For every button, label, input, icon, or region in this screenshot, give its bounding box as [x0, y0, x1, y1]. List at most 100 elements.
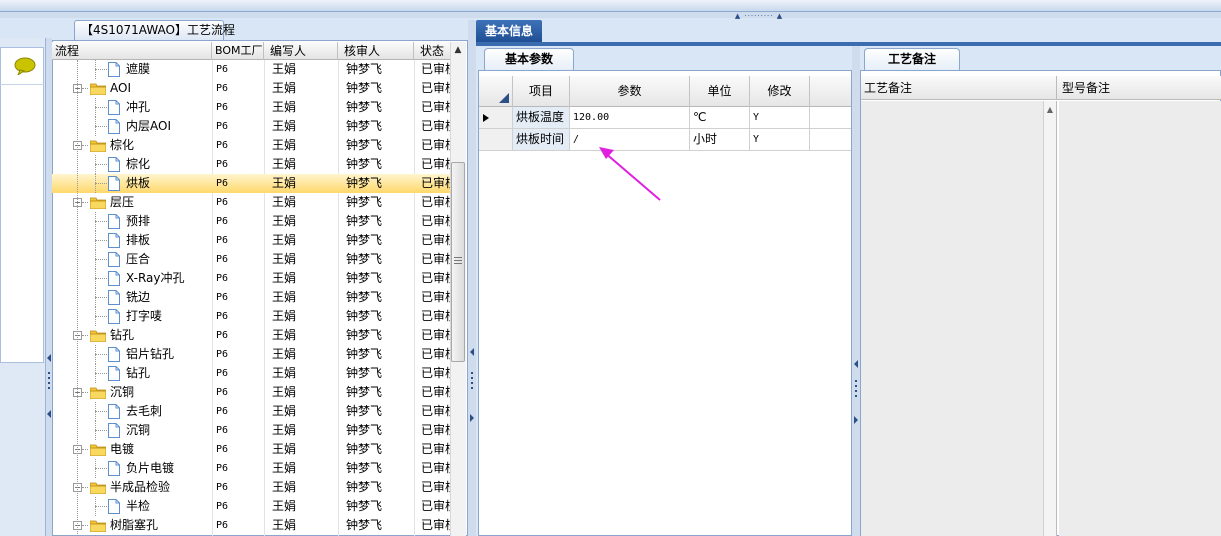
- status-cell: 已审核: [421, 62, 452, 76]
- reviewer-cell: 钟梦飞: [346, 290, 383, 304]
- process-flow-tab[interactable]: 【4S1071AWAO】工艺流程: [74, 20, 235, 40]
- params-select-all-corner[interactable]: [479, 76, 513, 107]
- process-note-header: 工艺备注: [861, 76, 1057, 100]
- status-cell: 已审核: [421, 499, 452, 513]
- tree-label: 钻孔: [110, 328, 135, 342]
- right-splitter[interactable]: [852, 46, 860, 536]
- status-cell: 已审核: [421, 252, 452, 266]
- bom-factory-cell: P6: [216, 406, 229, 417]
- tree-item-row[interactable]: 沉铜 P6 王娟 钟梦飞 已审核: [52, 421, 452, 440]
- tree-item-row[interactable]: 冲孔 P6 王娟 钟梦飞 已审核: [52, 98, 452, 117]
- column-header-flow[interactable]: 流程: [52, 42, 212, 60]
- column-header-item[interactable]: 项目: [513, 76, 570, 107]
- tree-item-row[interactable]: X-Ray冲孔 P6 王娟 钟梦飞 已审核: [52, 269, 452, 288]
- process-notes-tab[interactable]: 工艺备注: [864, 48, 960, 70]
- writer-cell: 王娟: [272, 252, 297, 266]
- tree-item-row[interactable]: 去毛刺 P6 王娟 钟梦飞 已审核: [52, 402, 452, 421]
- param-modify[interactable]: Y: [750, 129, 810, 150]
- bom-factory-cell: P6: [216, 83, 229, 94]
- status-cell: 已审核: [421, 195, 452, 209]
- status-cell: 已审核: [421, 423, 452, 437]
- tree-group-row[interactable]: − 层压 P6 王娟 钟梦飞 已审核: [52, 193, 452, 212]
- reviewer-cell: 钟梦飞: [346, 347, 383, 361]
- writer-cell: 王娟: [272, 157, 297, 171]
- tree-group-row[interactable]: − 树脂塞孔 P6 王娟 钟梦飞 已审核: [52, 516, 452, 535]
- tree-item-row[interactable]: 棕化 P6 王娟 钟梦飞 已审核: [52, 155, 452, 174]
- reviewer-cell: 钟梦飞: [346, 442, 383, 456]
- top-toolbar: [0, 0, 1221, 12]
- tree-group-row[interactable]: − 电镀 P6 王娟 钟梦飞 已审核: [52, 440, 452, 459]
- status-cell: 已审核: [421, 157, 452, 171]
- column-header-reviewer[interactable]: 核审人: [338, 42, 414, 60]
- scroll-up-arrow-icon[interactable]: ▲: [450, 42, 466, 58]
- tree-item-row[interactable]: 铝片钻孔 P6 王娟 钟梦飞 已审核: [52, 345, 452, 364]
- status-cell: 已审核: [421, 309, 452, 323]
- writer-cell: 王娟: [272, 366, 297, 380]
- tree-item-row[interactable]: 排板 P6 王娟 钟梦飞 已审核: [52, 231, 452, 250]
- bom-factory-cell: P6: [216, 425, 229, 436]
- writer-cell: 王娟: [272, 195, 297, 209]
- reviewer-cell: 钟梦飞: [346, 100, 383, 114]
- status-cell: 已审核: [421, 138, 452, 152]
- tree-item-row[interactable]: 铣边 P6 王娟 钟梦飞 已审核: [52, 288, 452, 307]
- tree-item-row[interactable]: 压合 P6 王娟 钟梦飞 已审核: [52, 250, 452, 269]
- tree-label: 内层AOI: [126, 119, 171, 133]
- tree-group-row[interactable]: − AOI P6 王娟 钟梦飞 已审核: [52, 79, 452, 98]
- tree-item-row[interactable]: 烘板 P6 王娟 钟梦飞 已审核: [52, 174, 452, 193]
- process-note-textarea[interactable]: [861, 101, 1043, 536]
- tree-item-row[interactable]: 半检 P6 王娟 钟梦飞 已审核: [52, 497, 452, 516]
- chat-bubble-icon[interactable]: [14, 57, 36, 75]
- reviewer-cell: 钟梦飞: [346, 271, 383, 285]
- writer-cell: 王娟: [272, 119, 297, 133]
- basic-info-tab[interactable]: 基本信息: [476, 20, 542, 42]
- row-selector[interactable]: [479, 129, 513, 150]
- tree-label: 排板: [126, 233, 151, 247]
- reviewer-cell: 钟梦飞: [346, 499, 383, 513]
- tree-item-row[interactable]: 负片电镀 P6 王娟 钟梦飞 已审核: [52, 459, 452, 478]
- bom-factory-cell: P6: [216, 330, 229, 341]
- bom-factory-cell: P6: [216, 254, 229, 265]
- process-note-scrollbar[interactable]: ▲: [1043, 101, 1057, 536]
- tree-group-row[interactable]: − 沉铜 P6 王娟 钟梦飞 已审核: [52, 383, 452, 402]
- status-cell: 已审核: [421, 328, 452, 342]
- param-item: 烘板温度: [513, 107, 570, 128]
- tree-group-row[interactable]: − 半成品检验 P6 王娟 钟梦飞 已审核: [52, 478, 452, 497]
- column-header-modify[interactable]: 修改: [750, 76, 810, 107]
- row-selector[interactable]: [479, 107, 513, 128]
- tree-item-row[interactable]: 钻孔 P6 王娟 钟梦飞 已审核: [52, 364, 452, 383]
- status-cell: 已审核: [421, 81, 452, 95]
- param-modify[interactable]: Y: [750, 107, 810, 128]
- param-value[interactable]: 120.00: [570, 107, 690, 128]
- column-header-value[interactable]: 参数: [570, 76, 690, 107]
- param-row[interactable]: 烘板温度 120.00 ℃ Y: [479, 107, 851, 129]
- top-splitter-grip[interactable]: ▲ ········· ▲: [728, 12, 790, 20]
- basic-params-tab[interactable]: 基本参数: [484, 48, 574, 70]
- right-splitter-arrows-icon[interactable]: [853, 358, 859, 428]
- tree-label: 半检: [126, 499, 151, 513]
- column-header-writer[interactable]: 编写人: [264, 42, 338, 60]
- reviewer-cell: 钟梦飞: [346, 157, 383, 171]
- status-cell: 已审核: [421, 233, 452, 247]
- tree-group-row[interactable]: − 棕化 P6 王娟 钟梦飞 已审核: [52, 136, 452, 155]
- left-sidebar-content: [0, 47, 44, 363]
- status-cell: 已审核: [421, 290, 452, 304]
- tree-group-row[interactable]: − 钻孔 P6 王娟 钟梦飞 已审核: [52, 326, 452, 345]
- writer-cell: 王娟: [272, 271, 297, 285]
- model-note-header: 型号备注: [1057, 76, 1221, 100]
- bom-factory-cell: P6: [216, 102, 229, 113]
- reviewer-cell: 钟梦飞: [346, 81, 383, 95]
- model-note-textarea[interactable]: [1059, 101, 1221, 536]
- tree-label: 电镀: [110, 442, 135, 456]
- middle-splitter[interactable]: [468, 20, 476, 536]
- middle-splitter-arrows-icon[interactable]: [469, 346, 475, 426]
- reviewer-cell: 钟梦飞: [346, 385, 383, 399]
- tree-item-row[interactable]: 内层AOI P6 王娟 钟梦飞 已审核: [52, 117, 452, 136]
- column-header-bom-factory[interactable]: BOM工厂: [212, 42, 264, 60]
- bom-factory-cell: P6: [216, 482, 229, 493]
- tree-item-row[interactable]: 打字唛 P6 王娟 钟梦飞 已审核: [52, 307, 452, 326]
- column-header-status[interactable]: 状态: [414, 42, 450, 60]
- tree-item-row[interactable]: 遮膜 P6 王娟 钟梦飞 已审核: [52, 60, 452, 79]
- status-cell: 已审核: [421, 480, 452, 494]
- column-header-unit[interactable]: 单位: [690, 76, 750, 107]
- tree-item-row[interactable]: 预排 P6 王娟 钟梦飞 已审核: [52, 212, 452, 231]
